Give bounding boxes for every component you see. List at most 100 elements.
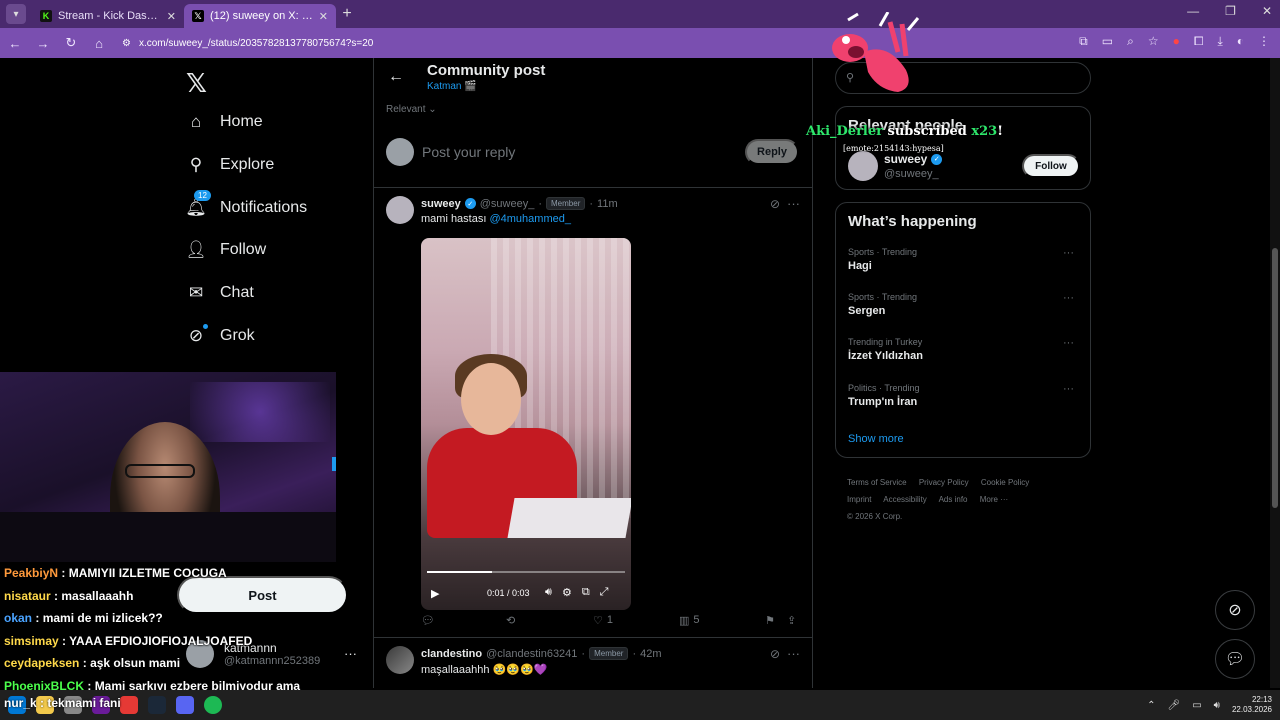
reload-icon[interactable]: ↻: [62, 35, 80, 51]
community-link[interactable]: Katman 🎬: [427, 81, 477, 92]
play-icon[interactable]: ▶: [431, 587, 439, 600]
author-name[interactable]: clandestino: [421, 648, 482, 660]
video-player[interactable]: ▶ 0:01 / 0:03 🔊︎ ⚙ ⧉ ⤢: [421, 238, 631, 610]
trend-item[interactable]: Trending in Turkey İzzet Yıldızhan ···: [848, 337, 1078, 362]
share-icon[interactable]: ⇪: [787, 614, 796, 627]
more-icon[interactable]: ···: [787, 196, 800, 211]
show-more-link[interactable]: Show more: [848, 433, 904, 445]
mic-icon[interactable]: 🎤︎: [1167, 700, 1180, 711]
footer-link[interactable]: Cookie Policy: [981, 478, 1029, 487]
close-icon[interactable]: ✕: [319, 10, 328, 23]
x-logo-icon[interactable]: 𝕏: [186, 68, 207, 99]
scrollbar-thumb[interactable]: [1272, 248, 1278, 508]
like-button[interactable]: ♡ 1: [593, 614, 613, 627]
download-icon[interactable]: ⤓: [1217, 34, 1222, 49]
footer-link[interactable]: Ads info: [939, 495, 968, 504]
tab-x-post[interactable]: 𝕏 (12) suweey on X: "küçük bir ka ✕: [184, 4, 336, 28]
reply-input[interactable]: Post your reply: [422, 144, 515, 160]
video-progress[interactable]: [427, 571, 625, 573]
footer-link[interactable]: Privacy Policy: [919, 478, 969, 487]
back-arrow-icon[interactable]: ←: [388, 68, 404, 86]
more-icon[interactable]: ···: [1063, 383, 1074, 395]
reply-button[interactable]: Reply: [745, 139, 799, 165]
translate-icon[interactable]: ⧉: [1079, 34, 1088, 49]
avatar[interactable]: [386, 196, 414, 224]
pip-icon[interactable]: ⧉: [582, 586, 590, 599]
minimize-icon[interactable]: —: [1187, 4, 1199, 18]
footer-link[interactable]: Accessibility: [883, 495, 927, 504]
tweet-time[interactable]: 11m: [597, 198, 618, 210]
grok-icon[interactable]: ⊘: [770, 197, 780, 211]
site-info-icon[interactable]: ⚙: [122, 38, 131, 49]
network-icon[interactable]: ▭: [1192, 700, 1201, 711]
extensions-icon[interactable]: ⧠: [1194, 34, 1204, 49]
volume-icon[interactable]: 🔊︎: [545, 586, 552, 599]
more-icon[interactable]: ···: [1063, 337, 1074, 349]
nav-item-notifications[interactable]: 🔔︎ 12 Notifications: [185, 190, 307, 218]
tweet[interactable]: clandestino @clandestin63241 · Member · …: [374, 640, 812, 688]
author-handle[interactable]: @clandestin63241: [486, 648, 577, 660]
nav-item-grok[interactable]: ⊘ Grok: [186, 324, 255, 346]
views-button[interactable]: ▥ 5: [679, 614, 700, 627]
close-window-icon[interactable]: ✕: [1262, 4, 1272, 18]
cast-icon[interactable]: ▭: [1102, 34, 1113, 49]
grok-fab-icon[interactable]: ⊘: [1215, 590, 1255, 630]
trend-item[interactable]: Politics · Trending Trump'ın İran ···: [848, 383, 1078, 408]
nav-item-home[interactable]: ⌂ Home: [186, 112, 263, 132]
browser-tabbar: ▾ K Stream - Kick Dashboard ✕ 𝕏 (12) suw…: [0, 0, 1280, 28]
author-name[interactable]: suweey: [421, 198, 461, 210]
repost-icon[interactable]: ⟲: [506, 614, 515, 627]
tweet-time[interactable]: 42m: [640, 648, 661, 660]
reply-icon[interactable]: 💬︎: [421, 614, 435, 627]
nav-item-explore[interactable]: ⚲ Explore: [186, 155, 274, 175]
follow-button[interactable]: Follow: [1022, 154, 1080, 178]
nav-item-chat[interactable]: ✉ Chat: [186, 283, 254, 303]
steam-icon[interactable]: [148, 696, 166, 714]
clock[interactable]: 22:13 22.03.2026: [1232, 695, 1272, 715]
tab-kick-dashboard[interactable]: K Stream - Kick Dashboard ✕: [32, 4, 184, 28]
grok-icon[interactable]: ⊘: [770, 647, 780, 661]
spotify-icon[interactable]: [204, 696, 222, 714]
browser-menu-icon[interactable]: ⋮: [1258, 34, 1270, 49]
url-field[interactable]: ⚙ x.com/suweey_/status/20357828137780756…: [122, 38, 373, 49]
close-icon[interactable]: ✕: [167, 10, 176, 23]
bookmark-star-icon[interactable]: ☆: [1148, 34, 1159, 49]
sort-dropdown[interactable]: Relevant ⌄: [386, 104, 437, 115]
forward-icon[interactable]: →: [34, 36, 52, 51]
settings-icon[interactable]: ⚙: [562, 586, 572, 599]
extension-red-icon[interactable]: ●: [1173, 34, 1180, 49]
fullscreen-icon[interactable]: ⤢: [600, 586, 609, 599]
footer-link[interactable]: Terms of Service: [847, 478, 907, 487]
avatar[interactable]: [386, 646, 414, 674]
volume-icon[interactable]: 🔊︎: [1214, 700, 1220, 711]
trend-item[interactable]: Sports · Trending Hagi ···: [848, 247, 1078, 272]
profile-icon[interactable]: ◐: [1237, 34, 1244, 49]
trend-item[interactable]: Sports · Trending Sergen ···: [848, 292, 1078, 317]
avatar[interactable]: [848, 151, 878, 181]
more-icon[interactable]: ···: [1063, 247, 1074, 259]
tweet[interactable]: suweey ✓ @suweey_ · Member · 11m ⊘ ··· m…: [374, 190, 812, 638]
more-icon[interactable]: ···: [344, 646, 357, 661]
author-handle[interactable]: @suweey_: [480, 198, 535, 210]
mention-link[interactable]: @4muhammed_: [489, 213, 570, 225]
more-icon[interactable]: ···: [1063, 292, 1074, 304]
tray-expand-icon[interactable]: ⌃: [1147, 700, 1155, 711]
page-scrollbar[interactable]: [1270, 58, 1280, 688]
tab-search-icon[interactable]: ▾: [6, 4, 26, 24]
bookmark-icon[interactable]: ⚑: [765, 614, 775, 627]
restore-icon[interactable]: ❐: [1225, 4, 1236, 18]
back-icon[interactable]: ←: [6, 36, 24, 51]
chat-line: nisataur : masallaaahh: [4, 588, 134, 603]
chrome-icon[interactable]: [120, 696, 138, 714]
chat-fab-icon[interactable]: 💬︎: [1215, 639, 1255, 679]
new-tab-icon[interactable]: +: [336, 5, 358, 23]
footer-link[interactable]: More ···: [980, 495, 1008, 504]
person-name[interactable]: suweey ✓: [884, 152, 943, 166]
home-browser-icon[interactable]: ⌂: [90, 36, 108, 51]
footer-link[interactable]: Imprint: [847, 495, 871, 504]
nav-item-follow[interactable]: 👤︎ Follow: [185, 240, 266, 260]
more-icon[interactable]: ···: [787, 646, 800, 661]
zoom-icon[interactable]: ⌕: [1127, 34, 1134, 49]
url-text[interactable]: x.com/suweey_/status/2035782813778075674…: [139, 38, 373, 49]
discord-icon[interactable]: [176, 696, 194, 714]
